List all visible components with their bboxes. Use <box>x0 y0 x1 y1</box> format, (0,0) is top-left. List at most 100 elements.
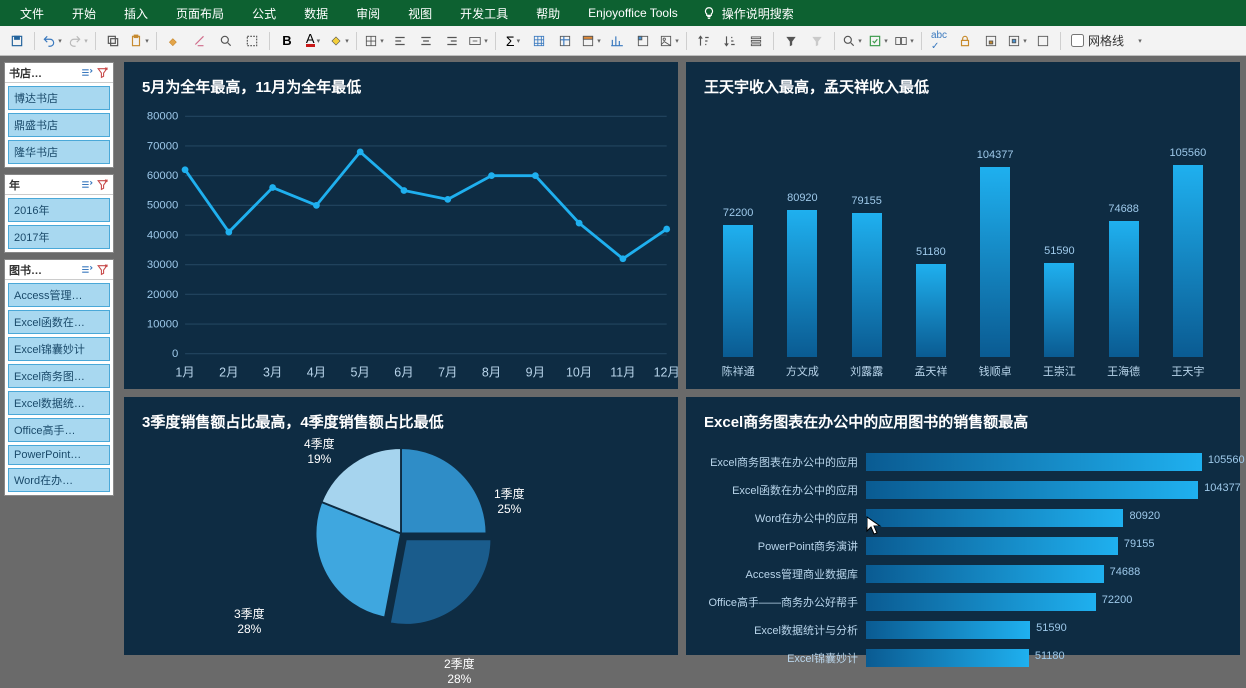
hbar-fill <box>866 537 1118 555</box>
sort-custom-icon[interactable] <box>745 30 767 52</box>
svg-text:20000: 20000 <box>147 289 178 301</box>
svg-text:3月: 3月 <box>263 365 282 379</box>
svg-text:10月: 10月 <box>566 365 592 379</box>
slicer-item[interactable]: Word在办… <box>8 468 110 492</box>
slicer-item[interactable]: 隆华书店 <box>8 140 110 164</box>
freeze-panes-icon[interactable] <box>554 30 576 52</box>
panel-book-hbars[interactable]: Excel商务图表在办公中的应用图书的销售额最高 Excel商务图表在办公中的应… <box>686 397 1240 655</box>
vbar-category: 陈祥通 <box>713 363 763 379</box>
menu-enjoyoffice[interactable]: Enjoyoffice Tools <box>574 6 692 20</box>
pie-slice-label: 4季度19% <box>304 437 335 468</box>
vba-icon[interactable] <box>1032 30 1054 52</box>
macros-icon[interactable] <box>1006 30 1028 52</box>
align-right-icon[interactable] <box>441 30 463 52</box>
select-all-icon[interactable] <box>241 30 263 52</box>
clear-icon[interactable] <box>189 30 211 52</box>
chart-icon[interactable] <box>606 30 628 52</box>
hbar-label: PowerPoint商务演讲 <box>696 538 866 554</box>
tell-me-search[interactable]: 操作说明搜索 <box>702 5 794 22</box>
protect-workbook-icon[interactable] <box>980 30 1002 52</box>
gridlines-checkbox[interactable] <box>1071 34 1084 47</box>
insert-table-icon[interactable] <box>528 30 550 52</box>
panel-person-bars[interactable]: 王天宇收入最高，孟天祥收入最低 722008092079155511801043… <box>686 62 1240 389</box>
filter-icon[interactable] <box>780 30 802 52</box>
find-icon[interactable] <box>841 30 863 52</box>
menu-insert[interactable]: 插入 <box>110 5 162 22</box>
slicer-item[interactable]: PowerPoint… <box>8 445 110 465</box>
slicer-item[interactable]: Excel商务图… <box>8 364 110 388</box>
hbar-label: Access管理商业数据库 <box>696 566 866 582</box>
panel-quarter-pie[interactable]: 3季度销售额占比最高，4季度销售额占比最低 1季度25%2季度28%3季度28%… <box>124 397 678 655</box>
clear-filter-icon[interactable] <box>96 263 109 276</box>
clear-filter-icon[interactable] <box>96 66 109 79</box>
font-color-icon[interactable]: A <box>302 30 324 52</box>
redo-icon[interactable] <box>67 30 89 52</box>
hbar-row: Word在办公中的应用80920 <box>696 505 1216 531</box>
clear-filter-icon[interactable] <box>96 178 109 191</box>
slicer-item[interactable]: 2016年 <box>8 198 110 222</box>
autosum-icon[interactable]: Σ <box>502 30 524 52</box>
slicer-item[interactable]: 2017年 <box>8 225 110 249</box>
menu-developer[interactable]: 开发工具 <box>446 5 522 22</box>
copy-icon[interactable] <box>102 30 124 52</box>
hbar-fill <box>866 593 1096 611</box>
vbar <box>852 213 882 357</box>
slicer-item[interactable]: Excel数据统… <box>8 391 110 415</box>
zoom-selection-icon[interactable] <box>215 30 237 52</box>
vbar-value: 104377 <box>977 149 1014 161</box>
menu-help[interactable]: 帮助 <box>522 5 574 22</box>
protect-sheet-icon[interactable] <box>954 30 976 52</box>
borders-icon[interactable] <box>363 30 385 52</box>
image-icon[interactable] <box>658 30 680 52</box>
hbar-fill <box>866 509 1123 527</box>
menu-review[interactable]: 审阅 <box>342 5 394 22</box>
vbar-value: 79155 <box>851 195 882 207</box>
align-center-icon[interactable] <box>415 30 437 52</box>
multiselect-icon[interactable] <box>80 263 93 276</box>
toolbar-more-icon[interactable] <box>1128 30 1150 52</box>
format-painter-icon[interactable] <box>163 30 185 52</box>
pivot-icon[interactable] <box>632 30 654 52</box>
vbar <box>916 264 946 357</box>
svg-text:2月: 2月 <box>219 365 238 379</box>
vbar-category: 王天宇 <box>1163 363 1213 379</box>
slicer-item[interactable]: 鼎盛书店 <box>8 113 110 137</box>
svg-text:50000: 50000 <box>147 200 178 212</box>
panel-monthly-line[interactable]: 5月为全年最高，11月为全年最低 01000020000300004000050… <box>124 62 678 389</box>
hbar-label: Word在办公中的应用 <box>696 510 866 526</box>
save-icon[interactable] <box>6 30 28 52</box>
slicer-item[interactable]: 博达书店 <box>8 86 110 110</box>
menu-home[interactable]: 开始 <box>58 5 110 22</box>
svg-text:70000: 70000 <box>147 140 178 152</box>
merge-cells-icon[interactable] <box>467 30 489 52</box>
sort-desc-icon[interactable] <box>719 30 741 52</box>
sort-asc-icon[interactable] <box>693 30 715 52</box>
menu-file[interactable]: 文件 <box>6 5 58 22</box>
panel-title: 3季度销售额占比最高，4季度销售额占比最低 <box>124 397 678 436</box>
bold-icon[interactable]: B <box>276 30 298 52</box>
multiselect-icon[interactable] <box>80 178 93 191</box>
conditional-format-icon[interactable] <box>580 30 602 52</box>
menu-view[interactable]: 视图 <box>394 5 446 22</box>
undo-icon[interactable] <box>41 30 63 52</box>
validation-icon[interactable] <box>867 30 889 52</box>
group-icon[interactable] <box>893 30 915 52</box>
spellcheck-icon[interactable]: abc✓ <box>928 30 950 52</box>
fill-color-icon[interactable] <box>328 30 350 52</box>
slicer-title: 书店… <box>9 65 42 81</box>
slicer-item[interactable]: Excel函数在… <box>8 310 110 334</box>
slicer-item[interactable]: Office高手… <box>8 418 110 442</box>
menu-data[interactable]: 数据 <box>290 5 342 22</box>
menu-pagelayout[interactable]: 页面布局 <box>162 5 238 22</box>
slicer-item[interactable]: Excel锦囊妙计 <box>8 337 110 361</box>
vbar-category: 孟天祥 <box>906 363 956 379</box>
multiselect-icon[interactable] <box>80 66 93 79</box>
align-left-icon[interactable] <box>389 30 411 52</box>
hbar-label: Excel商务图表在办公中的应用 <box>696 454 866 470</box>
slicer-item[interactable]: Access管理… <box>8 283 110 307</box>
paste-icon[interactable] <box>128 30 150 52</box>
vbar-category: 刘露露 <box>842 363 892 379</box>
clear-filter-icon[interactable] <box>806 30 828 52</box>
gridlines-toggle[interactable]: 网格线 <box>1071 32 1124 49</box>
menu-formulas[interactable]: 公式 <box>238 5 290 22</box>
